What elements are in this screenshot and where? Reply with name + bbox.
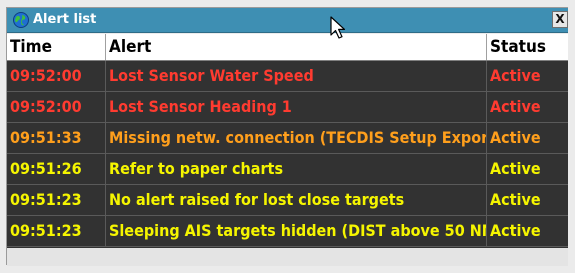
alert-status: Active xyxy=(490,221,541,240)
title-bar[interactable]: Alert list X xyxy=(7,8,568,33)
window-title: Alert list xyxy=(33,12,97,27)
column-header-time[interactable]: Time xyxy=(7,34,106,60)
table-row[interactable]: 09:52:00 Lost Sensor Water Speed Active xyxy=(7,61,568,92)
alert-time: 09:51:33 xyxy=(7,123,106,153)
table-row[interactable]: 09:51:26 Refer to paper charts Active xyxy=(7,154,568,185)
table-row[interactable]: 09:51:23 No alert raised for lost close … xyxy=(7,185,568,216)
alert-time: 09:52:00 xyxy=(7,92,106,122)
alert-text: Lost Sensor Heading 1 xyxy=(106,92,487,122)
column-header-alert[interactable]: Alert xyxy=(106,34,487,60)
alert-status: Active xyxy=(490,159,541,178)
alert-status: Active xyxy=(490,66,541,85)
alert-text: Missing netw. connection (TECDIS Setup E… xyxy=(106,123,487,153)
alert-text: Lost Sensor Water Speed xyxy=(106,61,487,91)
window-bottom-area xyxy=(7,248,568,266)
alert-grid: 09:52:00 Lost Sensor Water Speed Active … xyxy=(7,61,568,248)
table-row[interactable]: 09:51:23 Sleeping AIS targets hidden (DI… xyxy=(7,216,568,247)
table-row[interactable]: 09:51:33 Missing netw. connection (TECDI… xyxy=(7,123,568,154)
alert-time: 09:51:23 xyxy=(7,185,106,215)
alert-text: Refer to paper charts xyxy=(106,154,487,184)
column-header-row: Time Alert Status xyxy=(7,34,568,61)
alert-time: 09:51:26 xyxy=(7,154,106,184)
mouse-pointer-icon xyxy=(330,16,346,39)
alert-text: No alert raised for lost close targets xyxy=(106,185,487,215)
alert-list-window: Alert list X Time Alert Status 09:52:00 … xyxy=(6,7,568,266)
table-row[interactable]: 09:52:00 Lost Sensor Heading 1 Active xyxy=(7,92,568,123)
alert-status: Active xyxy=(490,190,541,209)
alert-time: 09:51:23 xyxy=(7,216,106,246)
alert-status: Active xyxy=(490,128,541,147)
column-header-status[interactable]: Status xyxy=(487,34,568,60)
globe-icon xyxy=(13,12,29,28)
close-button[interactable]: X xyxy=(552,11,568,28)
alert-time: 09:52:00 xyxy=(7,61,106,91)
alert-text: Sleeping AIS targets hidden (DIST above … xyxy=(106,216,487,246)
alert-status: Active xyxy=(490,97,541,116)
